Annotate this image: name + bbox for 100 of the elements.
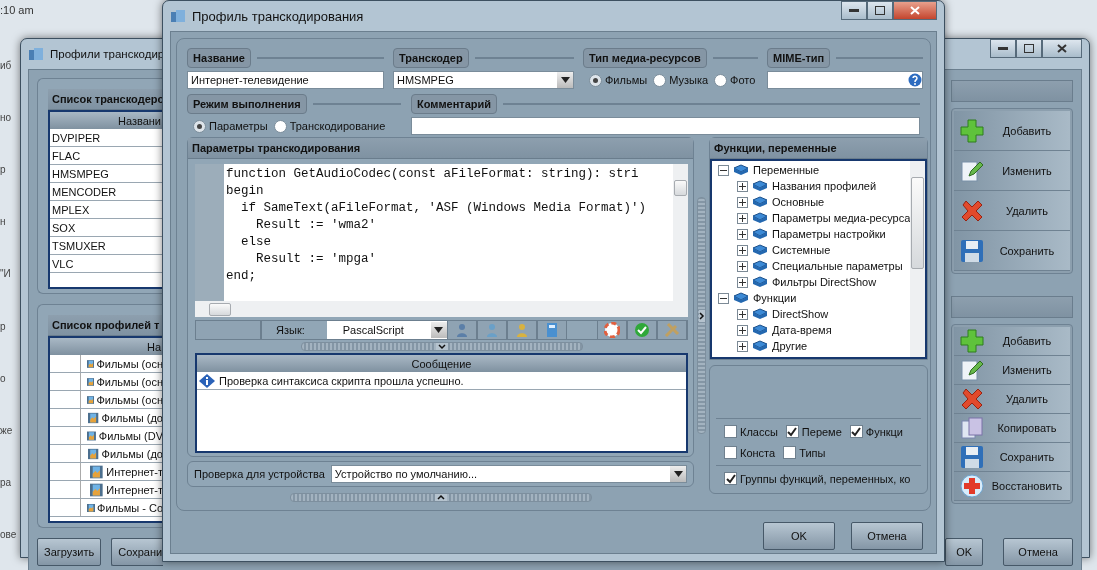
tree-item[interactable]: Специальные параметры <box>772 260 903 272</box>
action-button[interactable]: Удалить <box>954 385 1070 414</box>
toolbar-button[interactable] <box>597 320 627 340</box>
tree-item[interactable]: Функции <box>753 292 797 304</box>
device-dropdown[interactable]: Устройство по умолчанию... <box>330 465 687 483</box>
action-button[interactable]: Сохранить <box>954 443 1070 472</box>
scrollbar[interactable] <box>910 161 926 357</box>
chevron-icon[interactable] <box>435 343 448 350</box>
radio-button[interactable]: Фото <box>714 73 756 87</box>
checkbox[interactable] <box>849 425 863 438</box>
expand-icon[interactable] <box>737 260 748 272</box>
tree-item[interactable]: Системные <box>772 244 831 256</box>
dialog-button[interactable]: Отмена <box>851 522 923 550</box>
collapse-icon[interactable] <box>718 164 729 176</box>
checkbox[interactable] <box>724 425 737 438</box>
tree-item[interactable]: Названия профилей <box>772 180 877 192</box>
tree-item[interactable]: Параметры настройки <box>772 228 886 240</box>
chevron-icon[interactable] <box>698 309 705 322</box>
name-field[interactable]: Интернет-телевидение <box>187 71 384 89</box>
tree-item[interactable]: Фильмы (осн <box>96 393 163 406</box>
checkbox[interactable] <box>724 472 737 485</box>
expand-icon[interactable] <box>737 244 748 256</box>
close-button[interactable] <box>1042 39 1082 58</box>
dialog-button[interactable]: OK <box>945 538 984 566</box>
expand-icon[interactable] <box>737 228 748 240</box>
radio-indicator[interactable] <box>714 73 728 87</box>
book-icon <box>752 276 768 288</box>
action-button[interactable]: Удалить <box>954 191 1070 231</box>
tree-item[interactable]: Переменные <box>753 164 820 176</box>
close-icon <box>910 6 920 15</box>
column-header: Названи <box>50 112 163 129</box>
minimize-button[interactable] <box>841 1 867 20</box>
action-button[interactable]: Сохранить <box>954 231 1070 271</box>
radio-indicator[interactable] <box>589 73 602 87</box>
checkbox[interactable] <box>783 446 797 459</box>
minimize-button[interactable] <box>990 39 1016 58</box>
radio-indicator[interactable] <box>273 119 287 133</box>
tree-item[interactable]: Фильмы (осн <box>96 375 163 388</box>
radio-button[interactable]: Транскодирование <box>273 119 386 133</box>
tree-item[interactable]: Фильмы (до <box>101 411 163 424</box>
close-button[interactable] <box>893 1 937 20</box>
tree-item[interactable]: Фильмы (до <box>101 447 163 460</box>
group-label: Режим выполнения <box>187 94 307 114</box>
radio-button[interactable]: Параметры <box>193 119 268 133</box>
checkbox-label[interactable]: Функци <box>849 425 903 438</box>
help-icon[interactable] <box>908 73 922 87</box>
radio-button[interactable]: Фильмы <box>589 73 648 87</box>
radio-indicator[interactable] <box>653 73 667 87</box>
expand-icon[interactable] <box>737 308 748 320</box>
maximize-button[interactable] <box>1016 39 1042 58</box>
tree-item[interactable]: Фильмы (осн <box>96 357 163 370</box>
tree-item[interactable]: DirectShow <box>772 308 829 320</box>
chevron-icon[interactable] <box>434 494 447 501</box>
expand-icon[interactable] <box>737 180 748 192</box>
checkbox-label[interactable]: Конста <box>724 446 776 459</box>
language-dropdown[interactable]: PascalScript <box>326 321 447 339</box>
action-button[interactable]: Копировать <box>954 414 1070 443</box>
maximize-icon <box>875 6 885 15</box>
code-editor[interactable]: function GetAudioCodec(const aFileFormat: string): stri begin if SameText(aFileFormat, 'ASF (Windows Media Format)') Result := 'wma2' else Result := 'mpga' end; <box>195 164 688 301</box>
radio-button[interactable]: Музыка <box>653 73 709 87</box>
dialog-button[interactable]: Сохрани <box>111 538 163 566</box>
page-text: но <box>0 112 13 124</box>
action-button[interactable]: Восстановить <box>954 472 1070 501</box>
action-button[interactable]: Добавить <box>954 327 1070 356</box>
expand-icon[interactable] <box>737 196 748 208</box>
scrollbar[interactable] <box>195 301 688 317</box>
checkbox[interactable] <box>724 446 737 459</box>
tree-item[interactable]: Основные <box>772 196 825 208</box>
action-button[interactable]: Изменить <box>954 356 1070 385</box>
checkbox-label[interactable]: Переме <box>785 425 842 438</box>
checkbox-label[interactable]: Типы <box>783 446 826 459</box>
radio-indicator[interactable] <box>193 119 206 133</box>
maximize-button[interactable] <box>867 1 893 20</box>
toolbar-button[interactable] <box>536 320 567 340</box>
mime-field[interactable] <box>767 71 923 89</box>
checkbox-label[interactable]: Группы функций, переменных, ко <box>724 472 911 485</box>
dialog-button[interactable]: Отмена <box>1003 538 1073 566</box>
action-button[interactable]: Изменить <box>954 151 1070 191</box>
expand-icon[interactable] <box>737 340 748 352</box>
tree-item[interactable]: Дата-время <box>772 324 832 336</box>
expand-icon[interactable] <box>737 276 748 288</box>
book-icon <box>733 164 749 176</box>
transcoder-dropdown[interactable]: HMSMPEG <box>393 71 574 89</box>
checkbox[interactable] <box>785 425 799 438</box>
tree-item[interactable]: Другие <box>772 340 808 352</box>
expand-icon[interactable] <box>737 212 748 224</box>
dialog-button[interactable]: OK <box>763 522 835 550</box>
tree-item[interactable]: Интернет-т <box>106 483 163 496</box>
tree-item[interactable]: Параметры медиа-ресурса <box>772 212 911 224</box>
tree-item[interactable]: Интернет-т <box>106 465 163 478</box>
tree-item[interactable]: Фильмы (DV <box>98 429 163 442</box>
tree-item[interactable]: Фильтры DirectShow <box>772 276 877 288</box>
collapse-icon[interactable] <box>718 292 729 304</box>
checkbox-label[interactable]: Классы <box>724 425 778 438</box>
toolbar-button[interactable] <box>627 320 657 340</box>
dialog-button[interactable]: Загрузить <box>37 538 102 566</box>
action-button[interactable]: Добавить <box>954 111 1070 151</box>
expand-icon[interactable] <box>737 324 748 336</box>
comment-field[interactable] <box>411 117 920 135</box>
scrollbar[interactable] <box>673 164 688 301</box>
